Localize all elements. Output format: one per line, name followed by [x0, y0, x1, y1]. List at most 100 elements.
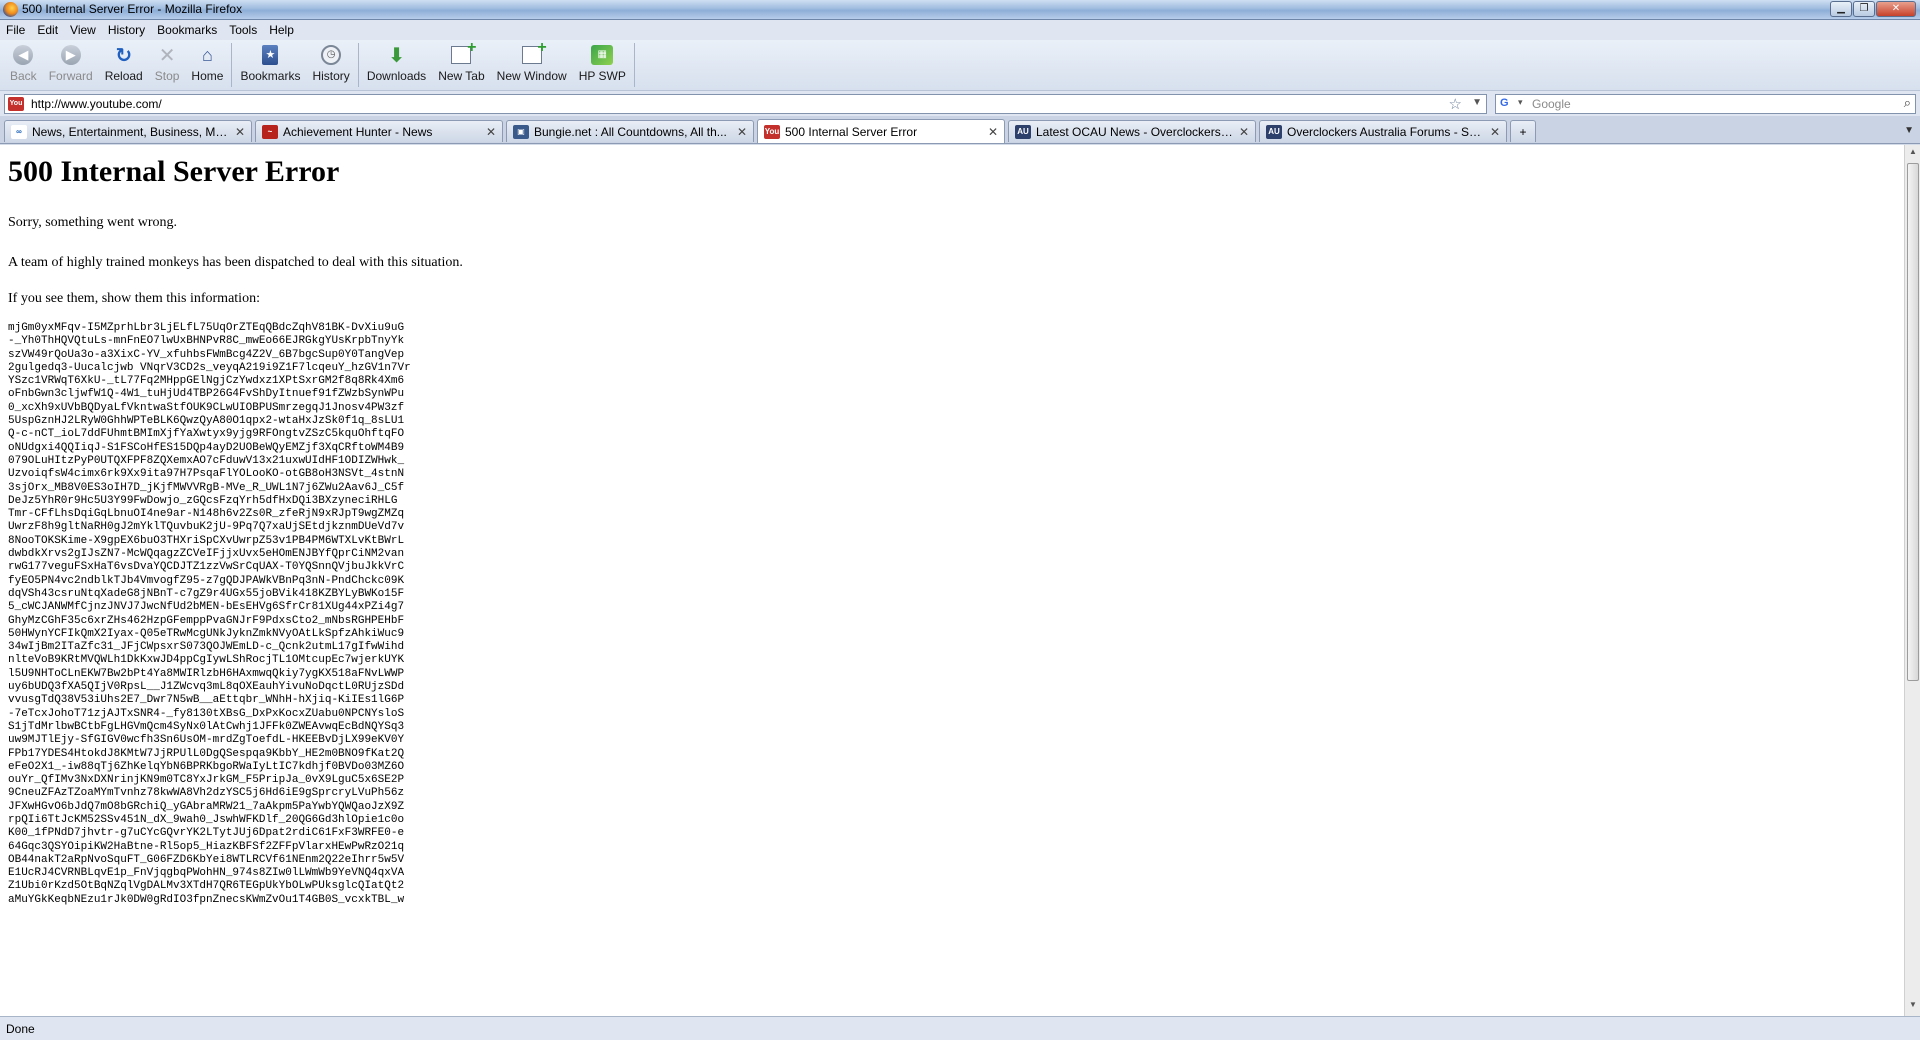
- hp-swp-icon: ▦: [591, 45, 614, 65]
- error-heading: 500 Internal Server Error: [8, 155, 340, 188]
- menu-edit[interactable]: Edit: [37, 23, 58, 37]
- stop-button[interactable]: ✕ Stop: [149, 40, 186, 84]
- forward-label: Forward: [48, 69, 93, 83]
- home-label: Home: [191, 69, 224, 83]
- minimize-icon[interactable]: ▁: [1830, 1, 1852, 17]
- open-new-tab-button[interactable]: +: [1510, 120, 1536, 142]
- maximize-icon[interactable]: ❐: [1853, 1, 1875, 17]
- window-controls: ▁ ❐ ✕: [1830, 1, 1916, 17]
- menu-help[interactable]: Help: [269, 23, 294, 37]
- status-bar: Done: [0, 1016, 1920, 1040]
- youtube-favicon-icon: You: [8, 97, 24, 111]
- close-window-icon[interactable]: ✕: [1876, 1, 1916, 17]
- url-input[interactable]: [31, 96, 1431, 112]
- reload-button[interactable]: ↻ Reload: [99, 40, 149, 84]
- bookmarks-button[interactable]: ★ Bookmarks: [234, 40, 306, 83]
- tab-500-error[interactable]: You 500 Internal Server Error ✕: [757, 119, 1005, 143]
- tab-label: Achievement Hunter - News: [283, 124, 433, 139]
- debug-info-text: mjGm0yxMFqv-I5MZprhLbr3LjELfL75UqOrZTEqQ…: [8, 322, 411, 906]
- back-arrow-icon: ◀: [13, 45, 34, 65]
- menu-file[interactable]: File: [6, 23, 25, 37]
- bookmarks-icon: ★: [262, 45, 279, 65]
- site-favicon-icon: AU: [1266, 124, 1282, 139]
- history-label: History: [312, 69, 350, 83]
- new-tab-label: New Tab: [438, 69, 485, 83]
- stop-label: Stop: [154, 69, 180, 83]
- search-input[interactable]: [1532, 96, 1882, 112]
- reload-label: Reload: [104, 69, 143, 83]
- back-label: Back: [10, 69, 37, 83]
- tab-strip: ∞ News, Entertainment, Business, Mu... ✕…: [0, 116, 1920, 144]
- downloads-label: Downloads: [366, 69, 427, 83]
- scroll-up-icon[interactable]: ▲: [1907, 147, 1919, 161]
- url-dropdown-icon[interactable]: ▼: [1472, 97, 1482, 108]
- engine-dropdown-icon[interactable]: ▾: [1518, 97, 1523, 108]
- url-bar[interactable]: You ☆ ▼: [4, 94, 1487, 114]
- error-instruction: If you see them, show them this informat…: [8, 291, 260, 306]
- new-window-icon: [521, 39, 547, 64]
- title-bar: 500 Internal Server Error - Mozilla Fire…: [0, 0, 1920, 20]
- downloads-button[interactable]: ⬇ Downloads: [361, 40, 432, 84]
- back-button[interactable]: ◀ Back: [4, 40, 43, 83]
- search-icon[interactable]: ⌕: [1904, 95, 1911, 111]
- menu-history[interactable]: History: [108, 23, 145, 37]
- reload-icon: ↻: [115, 44, 133, 67]
- firefox-icon: [3, 2, 18, 17]
- status-text: Done: [6, 1022, 35, 1036]
- error-message: Sorry, something went wrong.: [8, 215, 178, 230]
- new-window-button[interactable]: New Window: [491, 39, 573, 83]
- menu-tools[interactable]: Tools: [229, 23, 257, 37]
- tab-label: Overclockers Australia Forums - Sea...: [1287, 124, 1486, 139]
- page-content: 500 Internal Server Error Sorry, somethi…: [0, 145, 1904, 1016]
- history-clock-icon: ◷: [321, 45, 342, 65]
- forward-arrow-icon: ▶: [60, 45, 81, 65]
- history-button[interactable]: ◷ History: [306, 40, 355, 83]
- vertical-scrollbar[interactable]: ▲ ▼: [1904, 145, 1920, 1016]
- toolbar-separator: [357, 43, 359, 87]
- window-title: 500 Internal Server Error - Mozilla Fire…: [22, 2, 243, 16]
- address-bar-row: You ☆ ▼ G ▾ ⌕: [0, 90, 1920, 116]
- plus-icon: +: [1519, 124, 1527, 139]
- home-icon: ⌂: [201, 44, 213, 65]
- home-button[interactable]: ⌂ Home: [185, 40, 229, 84]
- list-all-tabs-icon[interactable]: ▼: [1904, 125, 1914, 136]
- tab-ocau-news[interactable]: AU Latest OCAU News - Overclockers A... …: [1008, 120, 1256, 142]
- menu-bookmarks[interactable]: Bookmarks: [157, 23, 217, 37]
- toolbar-separator: [231, 43, 233, 87]
- new-tab-icon: [451, 39, 476, 64]
- forward-button[interactable]: ▶ Forward: [43, 40, 99, 83]
- tab-label: Bungie.net : All Countdowns, All th...: [534, 124, 727, 139]
- downloads-icon: ⬇: [388, 44, 405, 67]
- close-tab-icon[interactable]: ✕: [1490, 125, 1502, 139]
- close-tab-icon[interactable]: ✕: [235, 125, 247, 139]
- scroll-down-icon[interactable]: ▼: [1907, 1000, 1919, 1014]
- site-favicon-icon: ~: [262, 124, 278, 139]
- scrollbar-thumb[interactable]: [1907, 163, 1919, 681]
- tab-ocau-forums[interactable]: AU Overclockers Australia Forums - Sea..…: [1259, 120, 1507, 142]
- tab-bungie[interactable]: ▣ Bungie.net : All Countdowns, All th...…: [506, 120, 754, 142]
- error-description: A team of highly trained monkeys has bee…: [8, 255, 463, 270]
- google-engine-icon[interactable]: G: [1500, 97, 1516, 111]
- site-favicon-icon: AU: [1015, 124, 1031, 139]
- tab-news-entertainment[interactable]: ∞ News, Entertainment, Business, Mu... ✕: [4, 120, 252, 142]
- bookmarks-label: Bookmarks: [240, 69, 301, 83]
- menu-view[interactable]: View: [70, 23, 96, 37]
- close-tab-icon[interactable]: ✕: [1239, 125, 1251, 139]
- site-favicon-icon: ∞: [11, 124, 27, 139]
- tab-label: 500 Internal Server Error: [785, 124, 918, 139]
- stop-icon: ✕: [158, 44, 176, 67]
- new-window-label: New Window: [496, 69, 567, 83]
- close-tab-icon[interactable]: ✕: [988, 125, 1000, 139]
- navigation-toolbar: ◀ Back ▶ Forward ↻ Reload ✕ Stop ⌂ Home …: [0, 39, 1920, 90]
- site-favicon-icon: ▣: [513, 124, 529, 139]
- hp-swp-label: HP SWP: [578, 69, 626, 83]
- close-tab-icon[interactable]: ✕: [737, 125, 749, 139]
- bookmark-star-icon[interactable]: ☆: [1449, 95, 1462, 113]
- close-tab-icon[interactable]: ✕: [486, 125, 498, 139]
- menu-bar: File Edit View History Bookmarks Tools H…: [0, 20, 1920, 40]
- tab-achievement-hunter[interactable]: ~ Achievement Hunter - News ✕: [255, 120, 503, 142]
- new-tab-button[interactable]: New Tab: [432, 39, 490, 83]
- search-bar[interactable]: G ▾ ⌕: [1495, 94, 1916, 114]
- hp-swp-button[interactable]: ▦ HP SWP: [573, 40, 632, 83]
- toolbar-separator: [633, 43, 635, 87]
